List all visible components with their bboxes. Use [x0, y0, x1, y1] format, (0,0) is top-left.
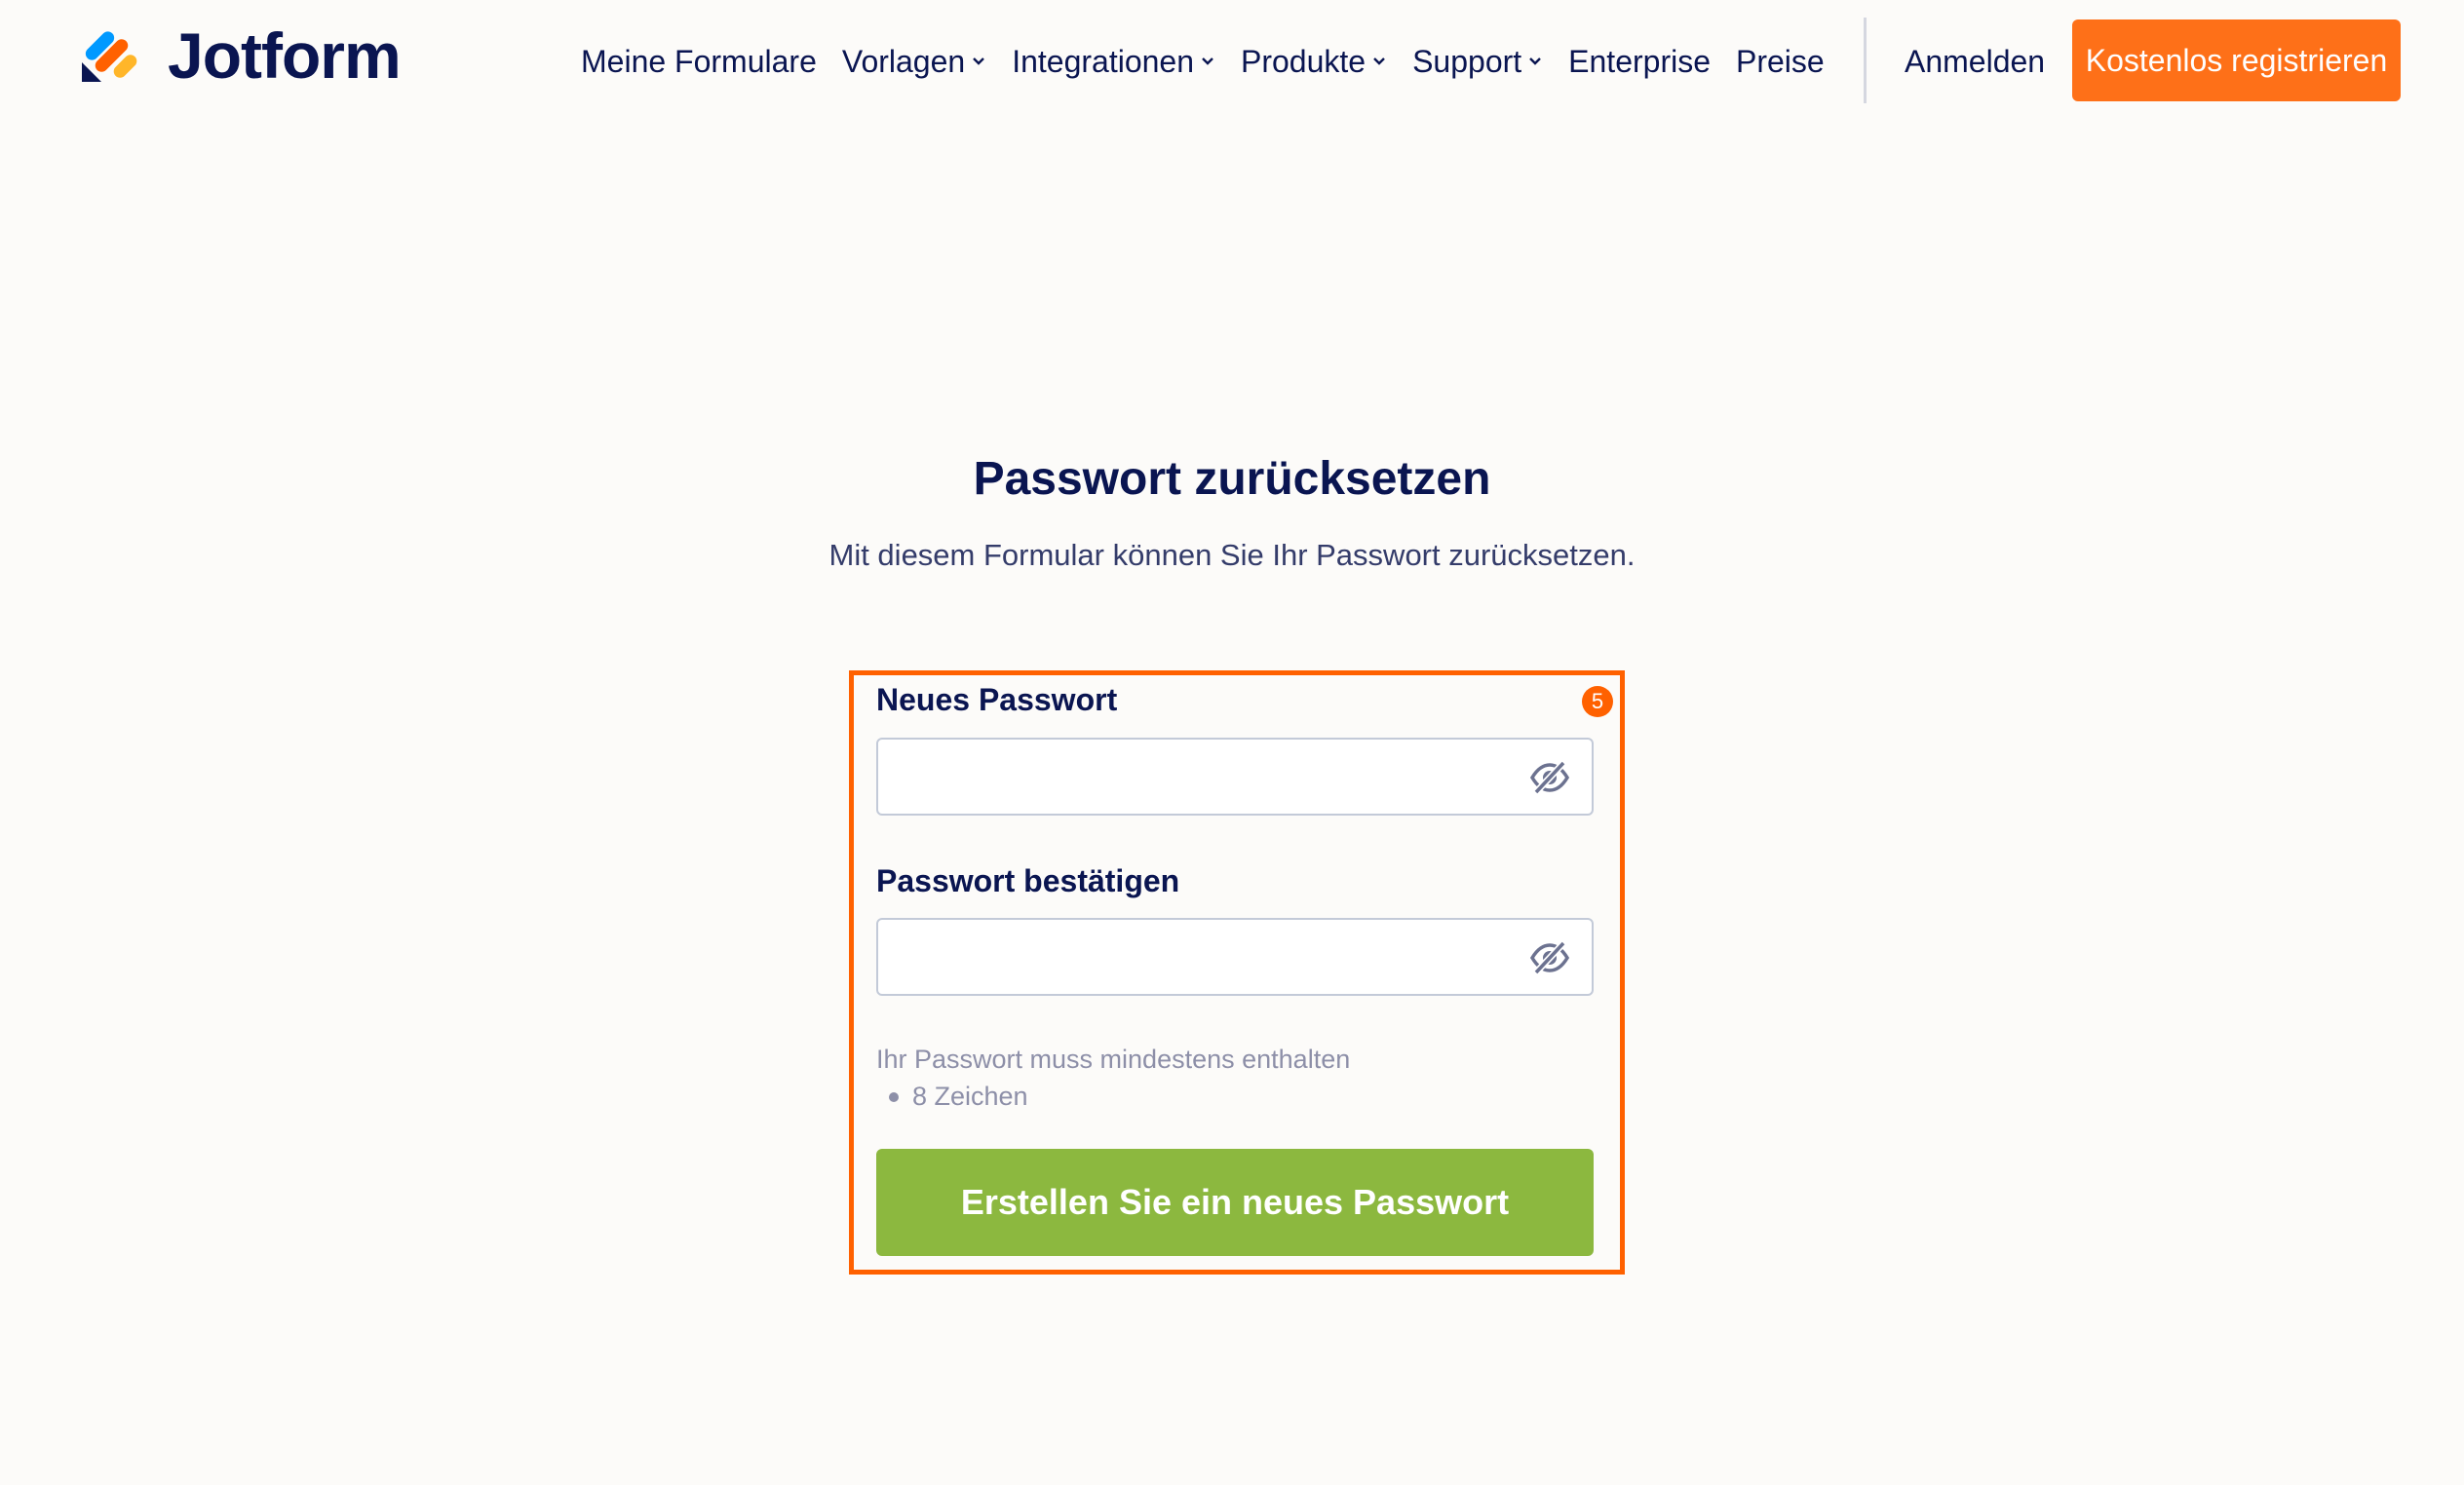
nav-item-label: Support: [1412, 43, 1522, 79]
nav-item-label: Preise: [1736, 43, 1825, 79]
new-password-field-wrapper: [876, 738, 1594, 816]
nav-item-preise[interactable]: Preise: [1736, 44, 1825, 80]
logo-wordmark: Jotform: [168, 19, 402, 92]
nav-item-vorlagen[interactable]: Vorlagen: [842, 44, 986, 80]
nav-item-support[interactable]: Support: [1412, 44, 1543, 80]
new-password-input[interactable]: [878, 740, 1512, 814]
create-password-button[interactable]: Erstellen Sie ein neues Passwort: [876, 1149, 1594, 1256]
password-requirement-text: 8 Zeichen: [912, 1082, 1028, 1111]
chevron-down-icon: [1373, 57, 1385, 65]
main-nav: Meine Formulare Vorlagen Integrationen P…: [581, 29, 1850, 94]
bullet-icon: [889, 1091, 899, 1102]
nav-item-meine-formulare[interactable]: Meine Formulare: [581, 44, 817, 80]
nav-item-integrationen[interactable]: Integrationen: [1012, 44, 1215, 80]
highlight-badge: 5: [1582, 686, 1613, 717]
nav-item-produkte[interactable]: Produkte: [1241, 44, 1387, 80]
new-password-label: Neues Passwort: [876, 682, 1118, 717]
nav-item-label: Meine Formulare: [581, 43, 817, 79]
confirm-password-field-wrapper: [876, 918, 1594, 996]
chevron-down-icon: [1529, 57, 1542, 65]
password-requirements-heading: Ihr Passwort muss mindestens enthalten: [876, 1045, 1351, 1074]
password-requirement-item: 8 Zeichen: [889, 1082, 1028, 1112]
top-header: Jotform Meine Formulare Vorlagen Integra…: [0, 0, 2464, 123]
nav-item-label: Enterprise: [1568, 43, 1711, 79]
nav-item-label: Produkte: [1241, 43, 1367, 79]
chevron-down-icon: [973, 57, 985, 65]
page: Jotform Meine Formulare Vorlagen Integra…: [0, 0, 2464, 1485]
page-title: Passwort zurücksetzen: [973, 453, 1491, 505]
nav-item-enterprise[interactable]: Enterprise: [1568, 44, 1711, 80]
signup-button[interactable]: Kostenlos registrieren: [2072, 19, 2401, 101]
confirm-password-input[interactable]: [878, 920, 1512, 994]
login-link[interactable]: Anmelden: [1905, 29, 2045, 94]
nav-item-label: Vorlagen: [841, 43, 966, 79]
page-subtitle: Mit diesem Formular können Sie Ihr Passw…: [828, 538, 1636, 572]
eye-slash-icon[interactable]: [1529, 759, 1570, 796]
jotform-logo-icon: [82, 31, 137, 82]
jotform-logo[interactable]: Jotform: [80, 19, 402, 92]
confirm-password-label: Passwort bestätigen: [876, 863, 1180, 898]
chevron-down-icon: [1202, 57, 1213, 65]
nav-item-label: Integrationen: [1012, 43, 1194, 79]
eye-slash-icon[interactable]: [1529, 939, 1570, 976]
nav-divider: [1864, 18, 1867, 103]
